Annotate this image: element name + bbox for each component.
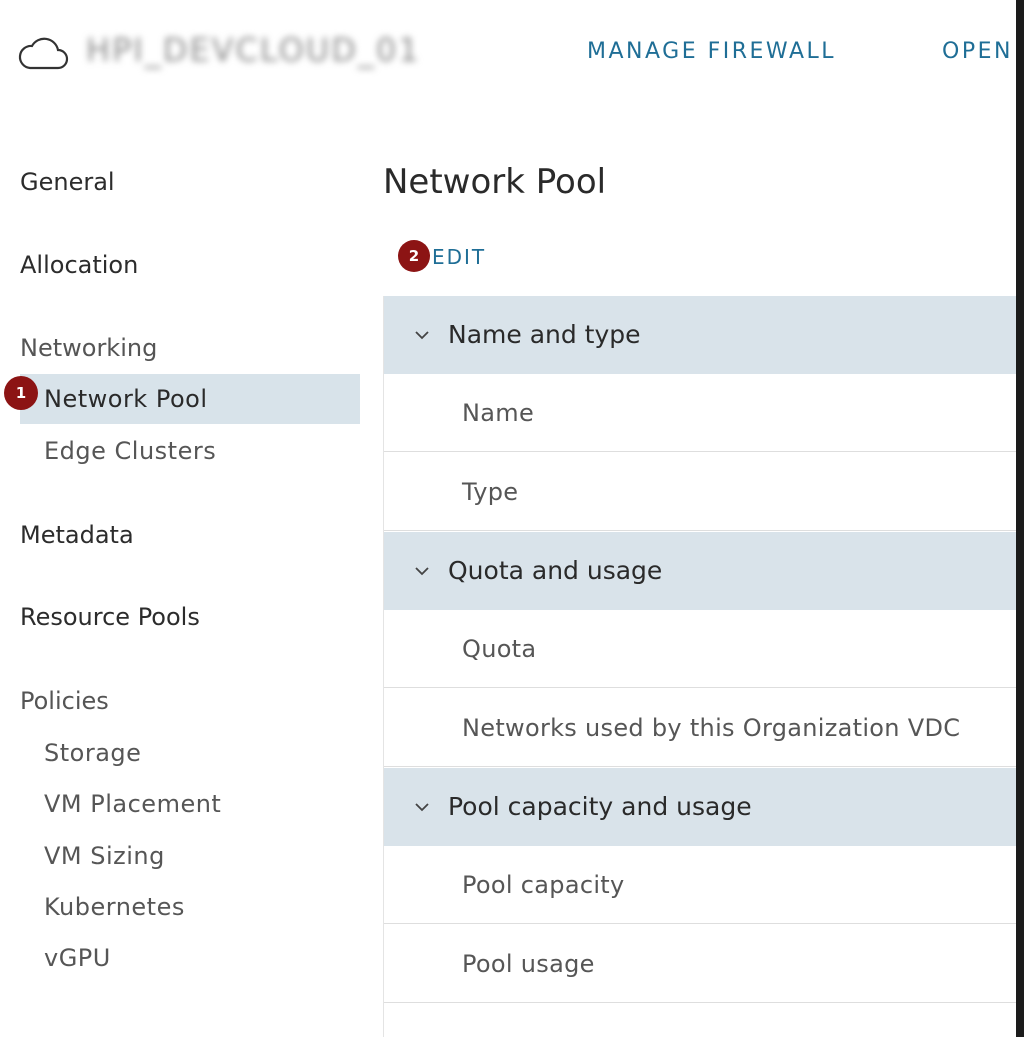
sidebar-item-vm-sizing[interactable]: VM Sizing [44,840,165,872]
callout-marker-1: 1 [4,376,38,410]
sidebar-item-metadata[interactable]: Metadata [20,519,134,551]
open-link[interactable]: OPEN [942,36,1013,68]
details-panel: Name and type Name Type Quota and usage … [383,296,1016,1037]
page-title: Network Pool [383,162,607,202]
detail-label: Pool capacity [462,871,625,899]
sidebar-item-storage[interactable]: Storage [44,737,141,769]
sidebar-item-resource-pools[interactable]: Resource Pools [20,601,200,633]
sidebar-item-general[interactable]: General [20,166,115,198]
callout-marker-2: 2 [398,240,430,272]
section-label: Quota and usage [448,556,663,585]
detail-label: Type [462,478,519,506]
cloud-icon [18,37,69,70]
sidebar-group-networking: Networking [20,334,158,362]
detail-label: Name [462,399,535,427]
detail-label: Pool usage [462,950,595,978]
sidebar-item-kubernetes[interactable]: Kubernetes [44,891,185,923]
chevron-down-icon [415,803,429,812]
chevron-down-icon [415,567,429,576]
org-vdc-name: HPI_DEVCLOUD_01 [86,31,421,69]
section-label: Pool capacity and usage [448,792,752,821]
sidebar-item-vm-placement[interactable]: VM Placement [44,788,221,820]
chevron-down-icon [415,331,429,340]
section-label: Name and type [448,320,641,349]
detail-row-pool-capacity: Pool capacity [384,846,1016,924]
app-frame: HPI_DEVCLOUD_01 MANAGE FIREWALL OPEN Gen… [0,0,1016,1037]
section-header-pool-capacity-and-usage[interactable]: Pool capacity and usage [384,768,1016,846]
detail-label: Quota [462,635,537,663]
detail-row-type: Type [384,453,1016,531]
sidebar-item-network-pool[interactable]: Network Pool [20,374,360,424]
edit-button[interactable]: EDIT [432,243,486,271]
detail-row-name: Name [384,374,1016,452]
detail-row-quota: Quota [384,610,1016,688]
manage-firewall-link[interactable]: MANAGE FIREWALL [587,36,836,68]
sidebar-item-edge-clusters[interactable]: Edge Clusters [44,435,216,467]
section-header-name-and-type[interactable]: Name and type [384,296,1016,374]
detail-row-pool-usage: Pool usage [384,925,1016,1003]
header-bar: HPI_DEVCLOUD_01 MANAGE FIREWALL OPEN [0,0,1016,110]
sidebar-group-policies: Policies [20,687,109,715]
sidebar-item-label: Network Pool [44,385,208,413]
sidebar-item-allocation[interactable]: Allocation [20,249,138,281]
sidebar-item-vgpu[interactable]: vGPU [44,942,111,974]
section-header-quota-and-usage[interactable]: Quota and usage [384,532,1016,610]
detail-row-networks-used: Networks used by this Organization VDC [384,689,1016,767]
detail-label: Networks used by this Organization VDC [462,714,961,742]
